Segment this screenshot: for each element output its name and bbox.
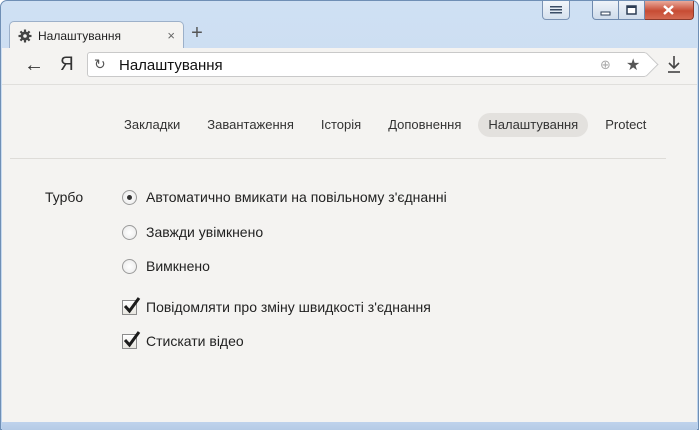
maximize-button[interactable] xyxy=(619,1,645,20)
nav-downloads[interactable]: Завантаження xyxy=(197,113,304,137)
address-text[interactable]: Налаштування xyxy=(119,57,223,74)
checkbox-compress-video[interactable]: Стискати відео xyxy=(122,330,244,349)
bookmark-star-icon[interactable]: ★ xyxy=(626,55,640,75)
radio-label: Автоматично вмикати на повільному з'єдна… xyxy=(146,189,447,205)
menu-lines-icon[interactable] xyxy=(542,1,570,20)
nav-protect[interactable]: Protect xyxy=(595,113,656,137)
nav-settings[interactable]: Налаштування xyxy=(478,113,589,137)
reload-icon[interactable]: ↻ xyxy=(94,56,106,73)
minimize-button[interactable] xyxy=(592,1,619,20)
checkbox-label: Стискати відео xyxy=(146,333,244,349)
back-arrow-icon[interactable]: ← xyxy=(24,55,44,75)
settings-page: Закладки Завантаження Історія Доповнення… xyxy=(2,85,697,422)
radio-button[interactable] xyxy=(122,224,137,240)
nav-extensions[interactable]: Доповнення xyxy=(378,113,471,137)
radio-turbo-off[interactable]: Вимкнено xyxy=(122,258,210,274)
turbo-label: Турбо xyxy=(45,189,84,205)
maximize-icon xyxy=(626,5,637,15)
checkmark-icon xyxy=(123,296,141,313)
gear-icon xyxy=(18,29,32,42)
download-icon[interactable] xyxy=(666,54,682,74)
radio-button-checked[interactable] xyxy=(122,189,137,205)
address-bar[interactable]: ↻ Налаштування ⊕ ★ xyxy=(87,52,647,77)
nav-bookmarks[interactable]: Закладки xyxy=(114,113,190,137)
close-icon xyxy=(663,5,674,15)
menu-lines-glyph xyxy=(550,6,562,14)
radio-turbo-auto[interactable]: Автоматично вмикати на повільному з'єдна… xyxy=(122,189,447,205)
tab-close-icon[interactable]: × xyxy=(167,28,175,43)
radio-label: Завжди увімкнено xyxy=(146,224,264,240)
toolbar: ← Я ↻ Налаштування ⊕ ★ xyxy=(2,48,697,85)
close-button[interactable] xyxy=(645,1,694,20)
radio-button[interactable] xyxy=(122,258,137,274)
checkbox-notify-speed[interactable]: Повідомляти про зміну швидкості з'єднанн… xyxy=(122,296,431,315)
settings-nav: Закладки Завантаження Історія Доповнення… xyxy=(114,113,663,137)
divider xyxy=(10,158,666,159)
new-tab-button[interactable]: + xyxy=(187,23,207,45)
tab-settings[interactable]: Налаштування × xyxy=(9,21,184,49)
minimize-icon xyxy=(600,11,611,16)
checkbox-checked[interactable] xyxy=(122,330,141,349)
checkmark-icon xyxy=(123,330,141,347)
radio-label: Вимкнено xyxy=(146,258,210,274)
window-controls xyxy=(592,1,694,20)
tab-title: Налаштування xyxy=(38,28,121,43)
radio-turbo-always[interactable]: Завжди увімкнено xyxy=(122,224,263,240)
checkbox-checked[interactable] xyxy=(122,296,141,315)
browser-window: Налаштування × + ← Я ↻ Налаштування ⊕ ★ … xyxy=(0,0,699,430)
globe-icon[interactable]: ⊕ xyxy=(600,57,611,73)
checkbox-label: Повідомляти про зміну швидкості з'єднанн… xyxy=(146,299,431,315)
window-bottom-border xyxy=(2,422,697,430)
yandex-logo-icon[interactable]: Я xyxy=(60,55,74,75)
nav-history[interactable]: Історія xyxy=(311,113,371,137)
